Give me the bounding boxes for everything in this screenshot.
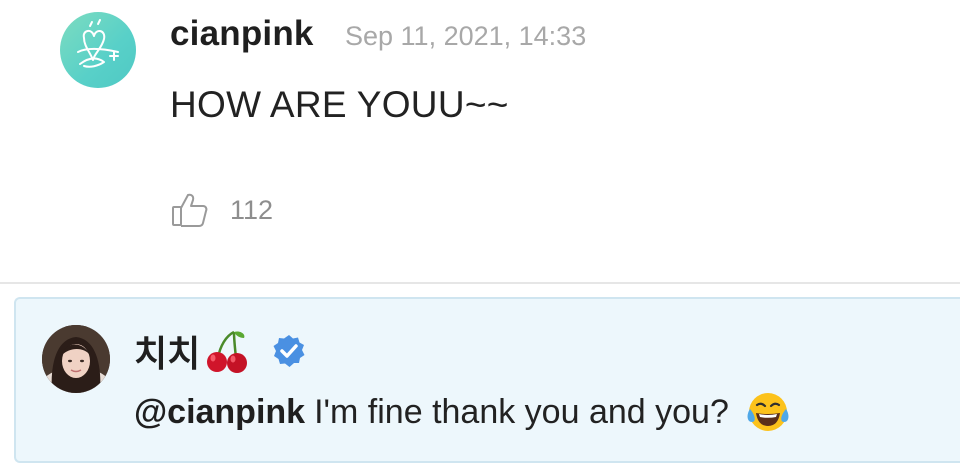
- profile-photo: [42, 325, 110, 393]
- reply-body: @cianpink I'm fine thank you and you?: [134, 389, 791, 435]
- reply-card: 치치 @cianpink I'm fine thank you and you?: [14, 297, 960, 463]
- thumbs-up-icon: [172, 193, 208, 227]
- like-count: 112: [230, 194, 274, 225]
- like-button[interactable]: 112: [170, 188, 273, 232]
- reply-author-row: 치치: [134, 325, 306, 377]
- reply-author-avatar[interactable]: [42, 325, 110, 393]
- tears-of-joy-icon: [747, 393, 789, 431]
- post-author-name[interactable]: cianpink: [170, 14, 314, 54]
- post: cianpink Sep 11, 2021, 14:33 HOW ARE YOU…: [0, 0, 960, 282]
- cherry-icon: [207, 330, 248, 373]
- post-body-text: HOW ARE YOUU~~: [170, 84, 509, 125]
- post-author-avatar[interactable]: [60, 12, 136, 88]
- verified-badge-icon: [273, 335, 305, 367]
- reply-text: I'm fine thank you and you?: [314, 392, 729, 431]
- heart-doodle-icon: [77, 19, 119, 68]
- divider: [0, 282, 960, 284]
- reply-author-name[interactable]: 치치: [134, 325, 200, 377]
- post-timestamp: Sep 11, 2021, 14:33: [345, 21, 587, 51]
- mention-link[interactable]: @cianpink: [134, 393, 305, 432]
